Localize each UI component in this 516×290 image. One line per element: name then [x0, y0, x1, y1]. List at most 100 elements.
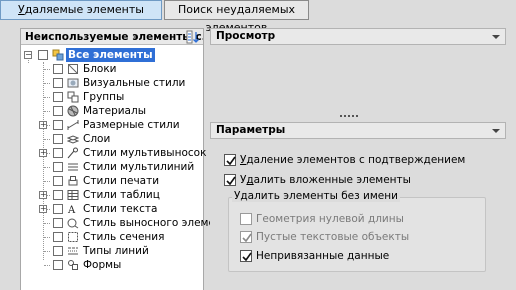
unnamed-items-group-title: Удалить элементы без имени: [232, 190, 400, 202]
tree-root-row[interactable]: − Все элементы: [21, 48, 203, 62]
tree-item-checkbox[interactable]: [53, 134, 63, 144]
tree-item-label: Стили печати: [83, 175, 160, 187]
purge-nested-checkbox[interactable]: [224, 174, 236, 186]
tree-item-checkbox[interactable]: [53, 204, 63, 214]
visual-style-icon: [67, 78, 79, 88]
tree-item[interactable]: + Стили таблиц: [21, 188, 203, 202]
checkmark-icon: [242, 252, 252, 262]
block-icon: [68, 64, 78, 74]
tree-item[interactable]: Формы: [21, 258, 203, 272]
zero-length-geometry-label: Геометрия нулевой длины: [256, 213, 404, 225]
tree-item[interactable]: Материалы: [21, 104, 203, 118]
collapse-toggle[interactable]: −: [24, 51, 32, 59]
tree-guide: [44, 69, 50, 70]
tree-item-checkbox[interactable]: [53, 148, 63, 158]
tree-item[interactable]: + Стили мультивыносок: [21, 146, 206, 160]
multileader-style-icon: [67, 147, 78, 159]
confirm-label-rest: даление элементов с подтверждением: [246, 154, 466, 166]
shapes-icon: [68, 260, 78, 270]
confirm-delete-label: Удаление элементов с подтверждением: [240, 153, 465, 167]
tree-item-checkbox[interactable]: [53, 260, 63, 270]
tree-item[interactable]: Блоки: [21, 62, 203, 76]
chevron-down-icon[interactable]: [492, 129, 500, 133]
items-root-icon: [52, 49, 64, 61]
tree-guide: [44, 223, 50, 224]
tree-item[interactable]: Типы линий: [21, 244, 203, 258]
tree-item-checkbox[interactable]: [53, 232, 63, 242]
tree-guide: [44, 167, 50, 168]
orphaned-data-label: Непривязанные данные: [256, 250, 390, 262]
checkmark-icon: [226, 176, 236, 186]
preview-area: [210, 47, 506, 115]
purge-nested-label: Удалить вложенные элементы: [240, 173, 411, 187]
tab-removable-items[interactable]: Удаляемые элементы: [0, 0, 162, 20]
tree-guide: [44, 83, 50, 84]
expand-toggle[interactable]: +: [39, 149, 47, 157]
tree-item[interactable]: + A Стили текста: [21, 202, 203, 216]
confirm-delete-checkbox[interactable]: [224, 154, 236, 166]
table-style-icon: [67, 190, 79, 200]
pane-splitter[interactable]: [340, 115, 360, 119]
orphaned-data-checkbox[interactable]: [240, 250, 252, 262]
text-style-icon: A: [67, 205, 76, 215]
tree-guide: [44, 265, 50, 266]
chevron-down-icon[interactable]: [492, 35, 500, 39]
tree-item-label: Стили текста: [83, 203, 158, 215]
tree-item-checkbox[interactable]: [53, 190, 63, 200]
root-checkbox[interactable]: [38, 50, 48, 60]
unused-items-title: Неиспользуемые элементы с...: [25, 31, 203, 43]
params-header[interactable]: Параметры: [210, 122, 506, 139]
tree-item-checkbox[interactable]: [53, 120, 63, 130]
tree-item-checkbox[interactable]: [53, 246, 63, 256]
material-icon: [67, 105, 79, 117]
tree-item[interactable]: Стиль сечения: [21, 230, 203, 244]
tree-item-label: Стили мультилиний: [83, 161, 195, 173]
tree-item-label: Типы линий: [83, 245, 149, 257]
tree-item-checkbox[interactable]: [53, 218, 63, 228]
tree-item[interactable]: Группы: [21, 90, 203, 104]
tree-item[interactable]: Слои: [21, 132, 203, 146]
tree-item-label: Группы: [83, 91, 125, 103]
empty-text-checkbox: [240, 231, 252, 243]
items-tree: − Все элементы Блоки Визуальные стили Груп…: [21, 45, 234, 272]
left-edge: [0, 28, 18, 290]
nested-accesskey: д: [246, 174, 254, 186]
expand-toggle[interactable]: +: [39, 121, 47, 129]
tree-guide: [44, 251, 50, 252]
tab-removable-items-accesskey: У: [18, 3, 25, 16]
plot-style-icon: [68, 176, 78, 186]
tree-item-label: Слои: [83, 133, 111, 145]
tree-item[interactable]: Стиль выносного элемента: [21, 216, 234, 230]
tree-item-label: Блоки: [83, 63, 117, 75]
linetype-icon: [68, 247, 78, 255]
tree-item[interactable]: Визуальные стили: [21, 76, 203, 90]
expand-toggle[interactable]: +: [39, 191, 47, 199]
sort-icon[interactable]: [186, 30, 200, 44]
tree-item[interactable]: + Размерные стили: [21, 118, 203, 132]
tree-item-checkbox[interactable]: [53, 162, 63, 172]
tree-item-label: Стили таблиц: [83, 189, 160, 201]
tab-bar: Удаляемые элементы Поиск неудаляемых эле…: [0, 0, 516, 34]
tree-item-label: Формы: [83, 259, 122, 271]
section-view-style-icon: [68, 232, 78, 242]
tree-item[interactable]: Стили печати: [21, 174, 203, 188]
tree-root-label: Все элементы: [66, 48, 155, 62]
tree-item-label: Размерные стили: [83, 119, 180, 131]
multiline-style-icon: [68, 163, 78, 171]
tree-item-checkbox[interactable]: [53, 64, 63, 74]
preview-header[interactable]: Просмотр: [210, 28, 506, 45]
tab-find-nonremovable[interactable]: Поиск неудаляемых элементов: [164, 0, 309, 34]
tree-item-checkbox[interactable]: [53, 176, 63, 186]
tree-item-checkbox[interactable]: [53, 92, 63, 102]
layers-icon: [67, 135, 79, 144]
tree-guide: [44, 237, 50, 238]
tree-guide: [44, 139, 50, 140]
tree-item-checkbox[interactable]: [53, 106, 63, 116]
group-icon: [67, 91, 79, 103]
tree-item-label: Визуальные стили: [83, 77, 186, 89]
tree-item[interactable]: Стили мультилиний: [21, 160, 203, 174]
tree-item-checkbox[interactable]: [53, 78, 63, 88]
tree-item-label: Материалы: [83, 105, 146, 117]
expand-toggle[interactable]: +: [39, 205, 47, 213]
unused-items-header: Неиспользуемые элементы с...: [21, 29, 203, 45]
